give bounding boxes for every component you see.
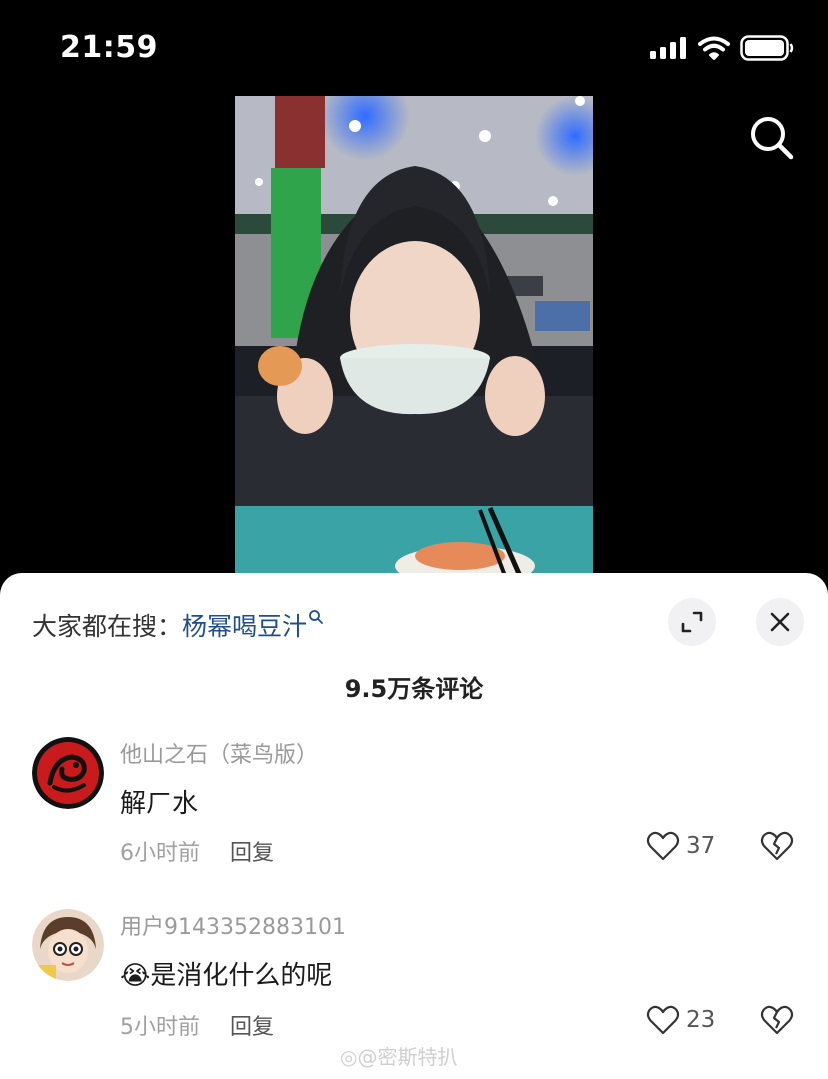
search-icon <box>751 117 794 160</box>
video-frame-image <box>235 96 593 576</box>
reply-button[interactable]: 回复 <box>230 841 274 866</box>
heart-icon <box>646 1005 680 1035</box>
dislike-button[interactable] <box>760 831 794 865</box>
comment-username[interactable]: 用户9143352883101 <box>120 909 346 941</box>
wifi-icon <box>698 36 730 60</box>
avatar[interactable] <box>32 737 104 809</box>
comment-username[interactable]: 他山之石（菜鸟版） <box>120 737 318 769</box>
comment-time: 5小时前 <box>120 1015 200 1040</box>
comment-meta: 5小时前 回复 <box>120 1009 274 1041</box>
like-button[interactable]: 37 <box>646 831 715 861</box>
signal-icon <box>650 37 686 59</box>
comment-count: 9.5万条评论 <box>344 675 484 703</box>
watermark: ◎@密斯特扒 <box>340 1045 458 1069</box>
comment-time: 6小时前 <box>120 841 200 866</box>
like-count: 23 <box>686 1007 716 1033</box>
search-prefix: 大家都在搜： <box>32 612 183 641</box>
avatar-image <box>32 737 104 809</box>
close-icon <box>770 612 790 632</box>
avatar[interactable] <box>32 909 104 981</box>
search-keyword-link[interactable]: 杨幂喝豆汁 <box>182 612 307 641</box>
heart-icon <box>646 831 680 861</box>
comment-text: 解ㄏ水 <box>120 789 199 819</box>
status-icons <box>650 35 794 61</box>
broken-heart-icon <box>760 831 794 861</box>
expand-button[interactable] <box>668 598 716 646</box>
reply-button[interactable]: 回复 <box>230 1015 274 1040</box>
status-time: 21:59 <box>60 30 158 65</box>
video-player[interactable] <box>235 96 593 576</box>
status-bar: 21:59 <box>0 0 828 96</box>
battery-icon <box>740 35 794 61</box>
comment-text: 😭是消化什么的呢 <box>120 961 333 991</box>
search-suggestion: 大家都在搜：杨幂喝豆汁 <box>32 607 324 643</box>
comment-sheet: 大家都在搜：杨幂喝豆汁 9.5万条评论 他山之石（菜鸟版） 解ㄏ水 6小时前 回… <box>0 573 828 1079</box>
broken-heart-icon <box>760 1005 794 1035</box>
expand-icon <box>681 611 703 633</box>
search-button[interactable] <box>748 114 796 162</box>
comment-meta: 6小时前 回复 <box>120 835 274 867</box>
close-button[interactable] <box>756 598 804 646</box>
small-search-icon <box>309 610 323 624</box>
avatar-image <box>32 909 104 981</box>
like-button[interactable]: 23 <box>646 1005 715 1035</box>
like-count: 37 <box>686 833 716 859</box>
dislike-button[interactable] <box>760 1005 794 1039</box>
